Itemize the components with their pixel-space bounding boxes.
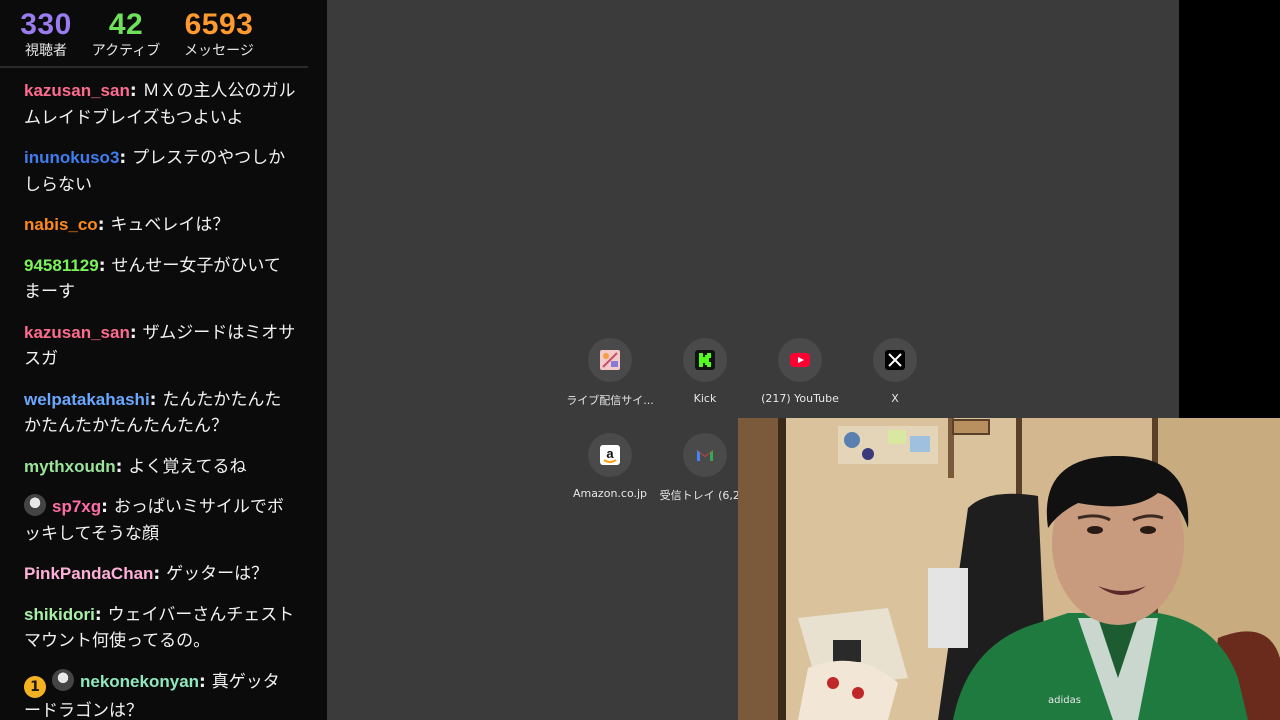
amazon-icon: a: [600, 445, 620, 465]
chat-username[interactable]: kazusan_san: [24, 81, 130, 100]
chat-separator: :: [129, 322, 143, 343]
chat-username[interactable]: inunokuso3: [24, 148, 119, 167]
chat-separator: :: [149, 389, 163, 410]
chat-separator: :: [98, 255, 112, 276]
viewer-count-value: 330: [20, 8, 72, 41]
active-count-value: 42: [108, 8, 144, 41]
chat-separator: :: [119, 148, 133, 168]
chat-message: kazusan_san: ＭＸの主人公のガルムレイドブレイズもつよいよ: [24, 78, 296, 131]
shortcut-title: X: [891, 392, 899, 405]
shortcut-title: Amazon.co.jp: [572, 487, 648, 500]
gmail-icon: [697, 450, 713, 461]
chat-separator: :: [115, 456, 129, 477]
chat-text: キュベレイは？: [110, 215, 230, 235]
chat-panel: 330 視聴者 42 アクティブ 6593 メッセージ kazusan_san:…: [0, 0, 327, 720]
user-avatar-icon: [24, 494, 46, 516]
chat-username[interactable]: 94581129: [24, 256, 99, 275]
svg-text:a: a: [606, 446, 614, 461]
chat-separator: :: [199, 671, 212, 692]
chat-username[interactable]: sp7xg: [52, 497, 101, 516]
chat-message: mythxoudn: よく覚えてるね: [24, 454, 296, 481]
message-count-label: メッセージ: [184, 43, 254, 59]
chat-username[interactable]: mythxoudn: [24, 457, 116, 476]
chat-message: inunokuso3: プレステのやつしかしらない: [24, 145, 296, 198]
chat-message: welpatakahashi: たんたかたんたかたんたかたんたんたん？: [24, 387, 296, 440]
shortcut-title: (217) YouTube: [761, 392, 839, 405]
chat-message: shikidori: ウェイバーさんチェストマウント何使ってるの。: [24, 602, 296, 655]
subscriber-badge-icon: 1: [24, 675, 46, 698]
message-count: 6593 メッセージ: [178, 8, 260, 60]
stream-stats: 330 視聴者 42 アクティブ 6593 メッセージ: [0, 0, 327, 66]
chat-message: 1 nekonekonyan: 真ゲッタードラゴンは？: [24, 668, 296, 720]
chat-separator: :: [97, 215, 111, 235]
chat-message-list: kazusan_san: ＭＸの主人公のガルムレイドブレイズもつよいよ inuno…: [24, 78, 296, 720]
chat-username[interactable]: kazusan_san: [24, 323, 130, 342]
active-count: 42 アクティブ: [88, 8, 164, 60]
shortcut-title: ライブ配信サイ...: [566, 394, 654, 407]
live-site-icon: [600, 350, 620, 370]
viewer-count-label: 視聴者: [25, 43, 67, 59]
chat-separator: :: [153, 564, 167, 584]
chat-message: sp7xg: おっぱいミサイルでボッキしてそうな顔: [24, 494, 296, 547]
message-count-value: 6593: [184, 8, 254, 41]
shortcut-x[interactable]: X: [845, 338, 945, 405]
webcam-feed: adidas: [738, 418, 1280, 720]
user-avatar-icon: [52, 668, 74, 691]
webcam-image: adidas: [738, 418, 1280, 720]
chat-separator: :: [129, 81, 143, 101]
chat-message: kazusan_san: ザムジードはミオサスガ: [24, 320, 296, 373]
chat-separator: :: [94, 604, 108, 625]
chat-text: よく覚えてるね: [128, 456, 247, 477]
shortcut-title: Kick: [693, 392, 717, 405]
chat-message: PinkPandaChan: ゲッターは？: [24, 561, 296, 588]
chat-username[interactable]: nabis_co: [24, 215, 98, 234]
youtube-icon: [790, 353, 810, 367]
active-count-label: アクティブ: [91, 43, 161, 59]
shortcut-live-site[interactable]: ライブ配信サイ...: [560, 338, 660, 408]
chat-text: ゲッターは？: [166, 564, 269, 584]
chat-message: 94581129: せんせー女子がひいてまーす: [24, 253, 296, 306]
stats-divider: [0, 66, 308, 68]
viewer-count: 330 視聴者: [18, 8, 74, 60]
chat-username[interactable]: nekonekonyan: [80, 672, 199, 691]
svg-text:adidas: adidas: [1048, 695, 1081, 706]
kick-icon: [695, 350, 715, 370]
chat-username[interactable]: shikidori: [24, 605, 95, 624]
chat-username[interactable]: PinkPandaChan: [24, 564, 153, 583]
shortcut-kick[interactable]: Kick: [655, 338, 755, 405]
chat-username[interactable]: welpatakahashi: [24, 390, 150, 409]
screen-margin: [1179, 0, 1280, 418]
shortcut-amazon[interactable]: a Amazon.co.jp: [560, 433, 660, 500]
x-icon: [885, 350, 905, 370]
shortcut-youtube[interactable]: (217) YouTube: [750, 338, 850, 405]
chat-message: nabis_co: キュベレイは？: [24, 212, 296, 239]
chat-separator: :: [101, 497, 114, 517]
